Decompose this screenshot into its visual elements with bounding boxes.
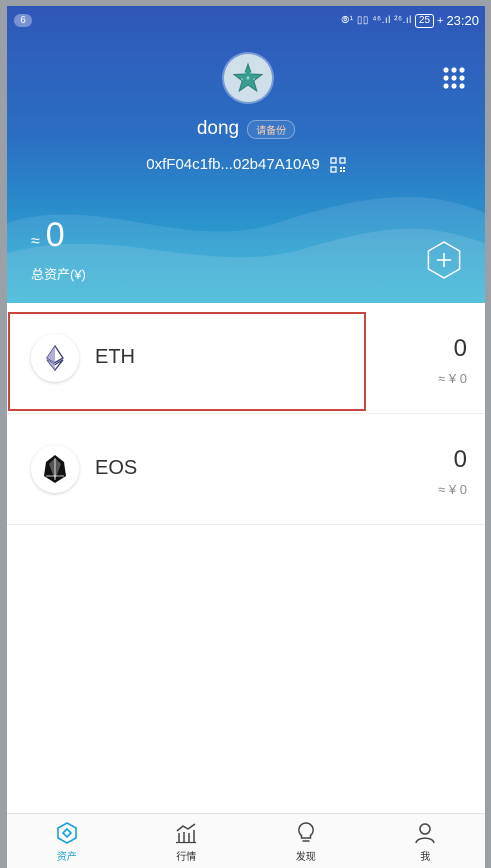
wallet-name: dong xyxy=(196,118,240,139)
token-row-eth[interactable]: ETH 0 ≈ ¥ 0 xyxy=(7,303,485,414)
wallet-address-row: 0xfF04c1fb...02b47A10A9 xyxy=(7,156,485,173)
nav-item-market[interactable]: 行情 xyxy=(127,814,247,868)
eos-icon xyxy=(44,455,66,483)
nav-item-me[interactable]: 我 xyxy=(366,814,486,868)
status-indicators: ⦾¹ ▯▯ ⁴⁶.ıl ²⁶.ıl 25 + 23:20 xyxy=(341,13,479,28)
add-token-icon[interactable] xyxy=(424,240,464,280)
token-symbol: ETH xyxy=(95,346,135,368)
header-wave-decoration xyxy=(7,196,485,303)
nav-label: 行情 xyxy=(176,852,197,863)
starfish-icon xyxy=(232,62,264,93)
signal-icons: ⦾¹ ▯▯ ⁴⁶.ıl ²⁶.ıl xyxy=(341,15,412,26)
assets-icon xyxy=(56,822,77,844)
nav-label: 资产 xyxy=(56,852,77,863)
token-symbol: EOS xyxy=(95,457,138,479)
app-screen: 6 ⦾¹ ▯▯ ⁴⁶.ıl ²⁶.ıl 25 + 23:20 dong 请备份 … xyxy=(7,6,485,868)
nav-item-assets[interactable]: 资产 xyxy=(7,814,127,868)
eth-logo xyxy=(31,334,79,382)
wallet-address[interactable]: 0xfF04c1fb...02b47A10A9 xyxy=(146,156,319,173)
token-fiat-value: ≈ ¥ 0 xyxy=(438,371,467,386)
wallet-header: 6 ⦾¹ ▯▯ ⁴⁶.ıl ²⁶.ıl 25 + 23:20 dong 请备份 … xyxy=(7,6,485,303)
status-time: 23:20 xyxy=(446,13,479,28)
notification-badge: 6 xyxy=(14,14,32,27)
nav-label: 我 xyxy=(420,852,431,863)
charging-icon: + xyxy=(437,14,444,27)
eos-logo xyxy=(31,445,79,493)
token-fiat-value: ≈ ¥ 0 xyxy=(438,482,467,497)
ethereum-icon xyxy=(46,345,64,371)
token-amount: 0 xyxy=(453,335,467,362)
nav-label: 发现 xyxy=(295,852,316,863)
wallet-avatar[interactable] xyxy=(224,54,272,102)
menu-grid-icon[interactable] xyxy=(438,62,470,94)
market-chart-icon xyxy=(176,823,197,844)
bottom-nav: 资产 行情 发现 我 xyxy=(7,813,485,868)
backup-button[interactable]: 请备份 xyxy=(247,119,296,139)
total-assets-label: 总资产(¥) xyxy=(31,267,86,282)
status-bar: 6 ⦾¹ ▯▯ ⁴⁶.ıl ²⁶.ıl 25 + 23:20 xyxy=(7,6,485,36)
token-amount: 0 xyxy=(453,446,467,473)
approx-symbol: ≈ xyxy=(31,233,40,250)
wallet-name-row: dong 请备份 xyxy=(7,118,485,140)
user-icon xyxy=(415,823,435,844)
total-assets: ≈ 0 xyxy=(31,216,65,255)
qr-code-icon[interactable] xyxy=(330,156,346,173)
nav-item-discover[interactable]: 发现 xyxy=(246,814,366,868)
token-row-eos[interactable]: EOS 0 ≈ ¥ 0 xyxy=(7,414,485,525)
battery-level: 25 xyxy=(414,13,435,28)
lightbulb-icon xyxy=(297,822,314,842)
total-assets-value: 0 xyxy=(45,216,65,254)
